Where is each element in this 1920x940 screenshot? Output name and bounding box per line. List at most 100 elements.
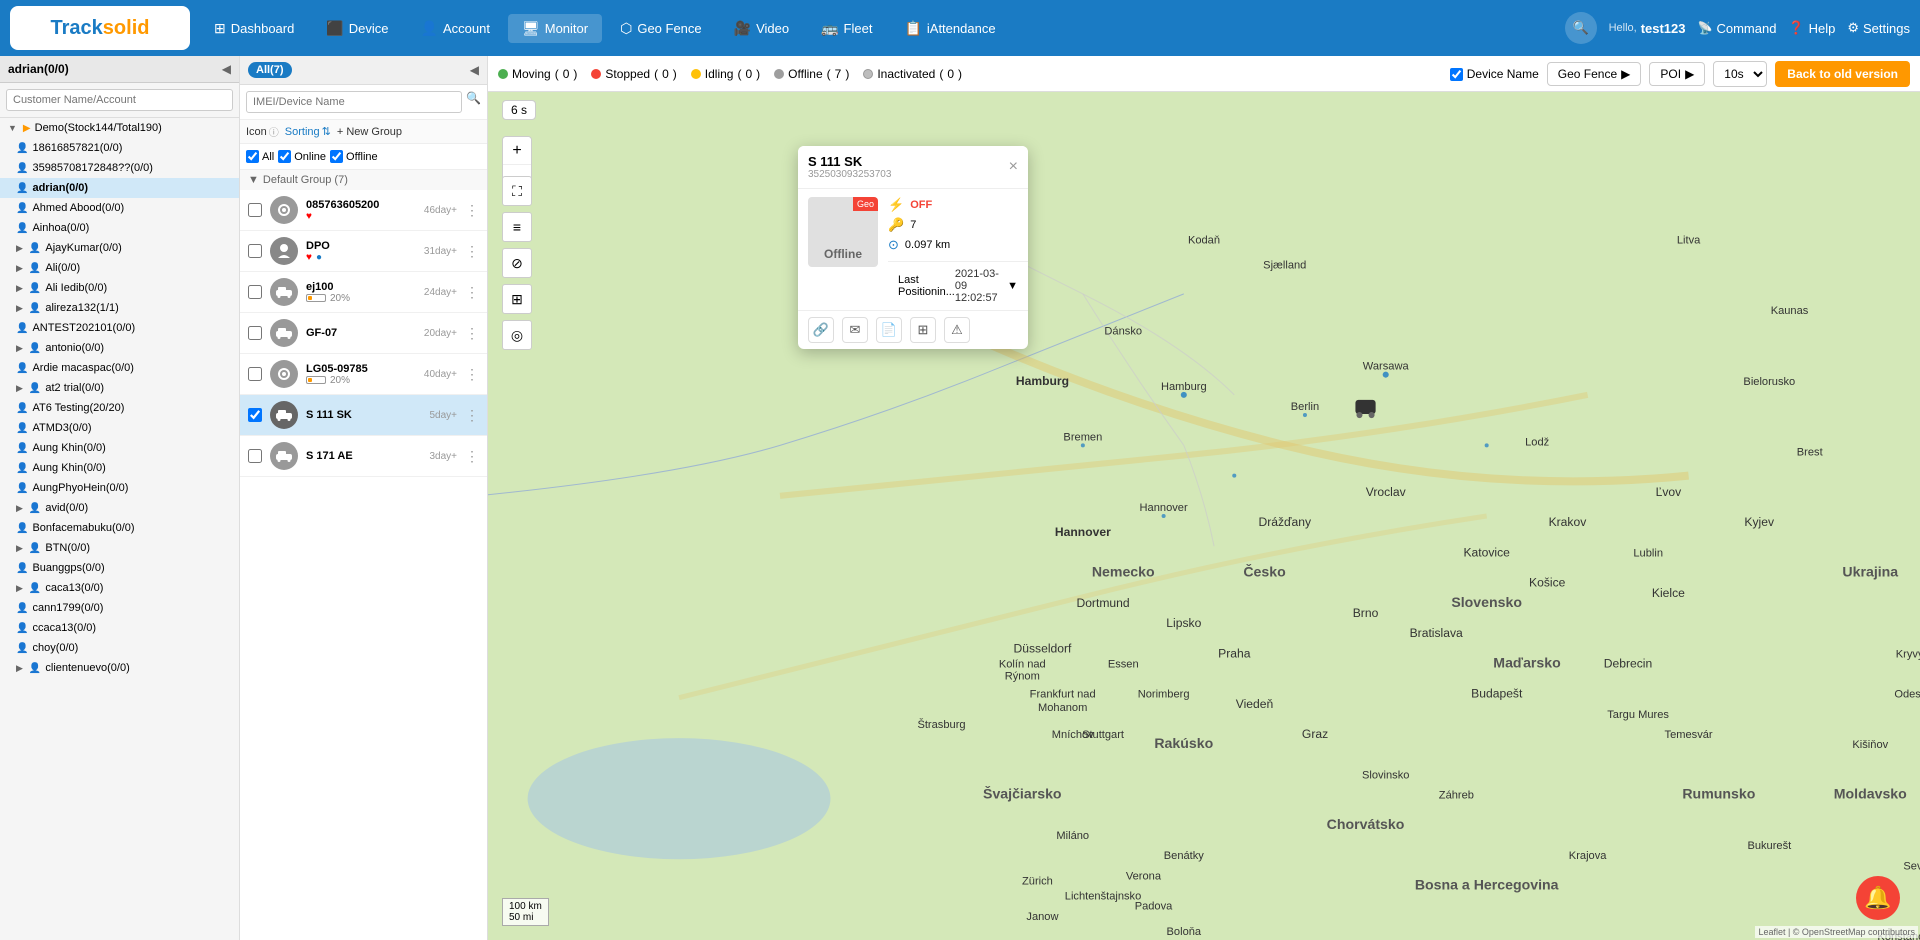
nav-dashboard[interactable]: ⊞ Dashboard bbox=[200, 14, 308, 43]
device-row-6[interactable]: S 111 SK 5day+ ⋮ bbox=[240, 395, 487, 436]
tree-item-ali[interactable]: ▶ 👤 Ali(0/0) bbox=[0, 258, 239, 278]
nav-fleet[interactable]: 🚌 Fleet bbox=[807, 14, 886, 43]
settings-button[interactable]: ⚙ Settings bbox=[1847, 20, 1910, 36]
device-row-4[interactable]: GF-07 20day+ ⋮ bbox=[240, 313, 487, 354]
tree-item-bonfacemabuku[interactable]: 👤 Bonfacemabuku(0/0) bbox=[0, 518, 239, 538]
device-search-input[interactable] bbox=[246, 91, 462, 113]
filter-online-label[interactable]: Online bbox=[278, 150, 326, 163]
tree-item-btn[interactable]: ▶ 👤 BTN(0/0) bbox=[0, 538, 239, 558]
tree-item-adrian[interactable]: 👤 adrian(0/0) bbox=[0, 178, 239, 198]
sorting-button[interactable]: Sorting ⇅ bbox=[285, 125, 331, 138]
tree-item-atmd3[interactable]: 👤 ATMD3(0/0) bbox=[0, 418, 239, 438]
filter-online-checkbox[interactable] bbox=[278, 150, 291, 163]
tree-item-antonio[interactable]: ▶ 👤 antonio(0/0) bbox=[0, 338, 239, 358]
measure-button[interactable]: ⊘ bbox=[502, 248, 532, 278]
action-send-button[interactable]: ✉ bbox=[842, 317, 868, 343]
tree-item-at2trial[interactable]: ▶ 👤 at2 trial(0/0) bbox=[0, 378, 239, 398]
action-info-button[interactable]: 📄 bbox=[876, 317, 902, 343]
tree-item-aung-khin2[interactable]: 👤 Aung Khin(0/0) bbox=[0, 458, 239, 478]
device-more-5[interactable]: ⋮ bbox=[465, 366, 479, 383]
tree-item-clientenuevo[interactable]: ▶ 👤 clientenuevo(0/0) bbox=[0, 658, 239, 678]
device-checkbox-5[interactable] bbox=[248, 367, 262, 381]
action-link-button[interactable]: 🔗 bbox=[808, 317, 834, 343]
cluster-button[interactable]: ⊞ bbox=[502, 284, 532, 314]
layers-button[interactable]: ≡ bbox=[502, 212, 532, 242]
svg-text:Krajova: Krajova bbox=[1569, 850, 1607, 862]
tree-item-aungphyohein[interactable]: 👤 AungPhyoHein(0/0) bbox=[0, 478, 239, 498]
tree-item-ali-iedib[interactable]: ▶ 👤 Ali Iedib(0/0) bbox=[0, 278, 239, 298]
device-checkbox-2[interactable] bbox=[248, 244, 262, 258]
fullscreen-button[interactable]: ⛶ bbox=[502, 176, 532, 206]
tree-item-18616857821[interactable]: 👤 18616857821(0/0) bbox=[0, 138, 239, 158]
tree-item-ajaykumar[interactable]: ▶ 👤 AjayKumar(0/0) bbox=[0, 238, 239, 258]
nav-device[interactable]: ⬛ Device bbox=[312, 14, 402, 43]
device-row-7[interactable]: S 171 AE 3day+ ⋮ bbox=[240, 436, 487, 477]
device-row-2[interactable]: DPO ♥ ● 31day+ ⋮ bbox=[240, 231, 487, 272]
device-row-5[interactable]: LG05-09785 20% 40day+ ⋮ bbox=[240, 354, 487, 395]
tree-item-ardie[interactable]: 👤 Ardie macaspac(0/0) bbox=[0, 358, 239, 378]
device-more-7[interactable]: ⋮ bbox=[465, 448, 479, 465]
back-old-version-button[interactable]: Back to old version bbox=[1775, 61, 1910, 87]
tree-item-antest[interactable]: 👤 ANTEST202101(0/0) bbox=[0, 318, 239, 338]
interval-select[interactable]: 10s 30s 60s bbox=[1713, 61, 1767, 87]
nav-geofence[interactable]: ⬡ Geo Fence bbox=[606, 14, 716, 43]
action-alert-button[interactable]: ⚠ bbox=[944, 317, 970, 343]
tree-item-at6testing[interactable]: 👤 AT6 Testing(20/20) bbox=[0, 398, 239, 418]
filter-offline-checkbox[interactable] bbox=[330, 150, 343, 163]
device-search-button[interactable]: 🔍 bbox=[466, 91, 481, 113]
new-group-button[interactable]: + New Group bbox=[337, 126, 402, 138]
tree-item-choy[interactable]: 👤 choy(0/0) bbox=[0, 638, 239, 658]
sidebar-collapse-button[interactable]: ◀ bbox=[222, 62, 231, 76]
nav-monitor[interactable]: 🖥 Monitor bbox=[508, 14, 602, 43]
device-checkbox-7[interactable] bbox=[248, 449, 262, 463]
customer-search-input[interactable] bbox=[6, 89, 233, 111]
device-more-1[interactable]: ⋮ bbox=[465, 202, 479, 219]
locate-button[interactable]: ◎ bbox=[502, 320, 532, 350]
nav-iattendance[interactable]: 📋 iAttendance bbox=[890, 14, 1009, 43]
device-more-2[interactable]: ⋮ bbox=[465, 243, 479, 260]
device-checkbox-3[interactable] bbox=[248, 285, 262, 299]
expand-icon[interactable]: ▼ bbox=[1007, 280, 1018, 292]
device-row[interactable]: 085763605200 ♥ 46day+ ⋮ bbox=[240, 190, 487, 231]
zoom-in-button[interactable]: + bbox=[503, 137, 531, 165]
nav-video[interactable]: 🎥 Video bbox=[720, 14, 803, 43]
command-button[interactable]: 📡 Command bbox=[1698, 21, 1777, 36]
device-checkbox-6[interactable] bbox=[248, 408, 262, 422]
tree-item-demo[interactable]: ▼ ▶ Demo(Stock144/Total190) bbox=[0, 118, 239, 138]
device-checkbox-1[interactable] bbox=[248, 203, 262, 217]
map-background[interactable]: Hamburg Berlin Warsawa Hannover Bremen D… bbox=[488, 92, 1920, 940]
filter-all-checkbox[interactable] bbox=[246, 150, 259, 163]
nav-account[interactable]: 👤 Account bbox=[407, 14, 504, 43]
logo[interactable]: Tracksolid bbox=[10, 6, 190, 50]
notification-bell-button[interactable]: 🔔 bbox=[1856, 876, 1900, 920]
filter-offline-label[interactable]: Offline bbox=[330, 150, 378, 163]
device-group-header[interactable]: ▼ Default Group (7) bbox=[240, 170, 487, 190]
icon-button[interactable]: Icon ⓘ bbox=[246, 124, 279, 139]
help-button[interactable]: ❓ Help bbox=[1788, 20, 1835, 36]
tree-item-alireza[interactable]: ▶ 👤 alireza132(1/1) bbox=[0, 298, 239, 318]
device-list-collapse-button[interactable]: ◀ bbox=[470, 63, 479, 77]
device-name-checkbox[interactable] bbox=[1450, 68, 1463, 81]
device-more-6[interactable]: ⋮ bbox=[465, 407, 479, 424]
tree-item-35985708[interactable]: 👤 35985708172848??(0/0) bbox=[0, 158, 239, 178]
tree-item-caca13[interactable]: ▶ 👤 caca13(0/0) bbox=[0, 578, 239, 598]
tree-item-cann1799[interactable]: 👤 cann1799(0/0) bbox=[0, 598, 239, 618]
tree-item-aung-khin[interactable]: 👤 Aung Khin(0/0) bbox=[0, 438, 239, 458]
tree-item-avid[interactable]: ▶ 👤 avid(0/0) bbox=[0, 498, 239, 518]
geofence-map-button[interactable]: Geo Fence ▶ bbox=[1547, 62, 1642, 86]
action-grid-button[interactable]: ⊞ bbox=[910, 317, 936, 343]
tree-item-ainhoa[interactable]: 👤 Ainhoa(0/0) bbox=[0, 218, 239, 238]
device-checkbox-4[interactable] bbox=[248, 326, 262, 340]
tree-item-buanggps[interactable]: 👤 Buanggps(0/0) bbox=[0, 558, 239, 578]
popup-close-button[interactable]: × bbox=[1009, 158, 1018, 176]
svg-text:Chorvátsko: Chorvátsko bbox=[1327, 816, 1405, 832]
tree-item-ccaca13[interactable]: 👤 ccaca13(0/0) bbox=[0, 618, 239, 638]
poi-button[interactable]: POI ▶ bbox=[1649, 62, 1705, 86]
device-more-3[interactable]: ⋮ bbox=[465, 284, 479, 301]
all-badge[interactable]: All(7) bbox=[248, 62, 292, 78]
filter-all-label[interactable]: All bbox=[246, 150, 274, 163]
device-row-3[interactable]: ej100 20% 24day+ ⋮ bbox=[240, 272, 487, 313]
search-button[interactable]: 🔍 bbox=[1565, 12, 1597, 44]
tree-item-ahmed[interactable]: 👤 Ahmed Abood(0/0) bbox=[0, 198, 239, 218]
device-more-4[interactable]: ⋮ bbox=[465, 325, 479, 342]
